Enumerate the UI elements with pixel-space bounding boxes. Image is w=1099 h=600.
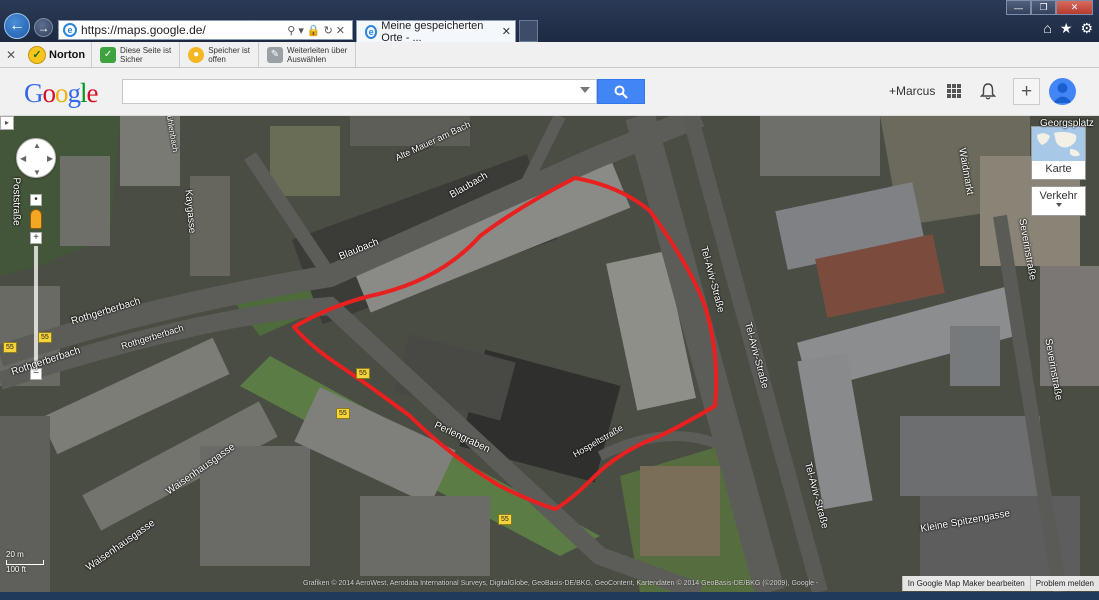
reset-view-icon[interactable]: • [30,194,42,206]
browser-right-icons: ⌂ ★ ⚙ [1043,20,1093,37]
search-dropdown-icon[interactable] [580,87,590,93]
refresh-icon[interactable]: ↻ [324,25,336,37]
pegman-icon[interactable] [30,209,42,229]
user-silhouette-icon [1053,83,1072,103]
toolbar-item-label: Diese Seite ist Sicher [120,45,172,64]
map-footer-links: In Google Map Maker bearbeiten Problem m… [901,576,1099,591]
apps-grid-icon[interactable] [947,84,961,98]
search-icon[interactable]: ⚲ [287,25,298,37]
browser-titlebar: ← → e https://maps.google.de/ ⚲▾🔒↻✕ e Me… [0,0,1099,44]
toolbar-item-label: Speicher ist offen [208,45,250,64]
world-map-icon [1032,127,1085,161]
search-button[interactable] [597,79,645,104]
lock-icon[interactable]: 🔒 [307,25,324,37]
pan-left-icon[interactable]: ◀ [20,154,26,163]
bell-icon[interactable] [980,83,996,100]
address-bar-icons[interactable]: ⚲▾🔒↻✕ [287,24,352,37]
star-icon[interactable]: ★ [1060,20,1073,37]
address-bar[interactable]: e https://maps.google.de/ ⚲▾🔒↻✕ [58,20,353,40]
toolbar-item-label: Weiterleiten über Auswählen [286,45,348,64]
minimize-icon[interactable]: — [1006,0,1031,15]
chevron-down-icon [1055,203,1062,207]
checkmark-icon: ✓ [100,46,117,63]
map-type-toggle[interactable]: Karte [1031,126,1086,180]
norton-button[interactable]: ✓ Norton [22,42,93,67]
toolbar-close-icon[interactable]: ✕ [0,48,22,62]
avatar[interactable] [1049,78,1076,105]
zoom-slider[interactable] [34,246,38,366]
pan-up-icon[interactable]: ▲ [33,141,41,150]
norton-toolbar: ✕ ✓ Norton ✓ Diese Seite ist Sicher ● Spe… [0,42,1099,68]
url-text[interactable]: https://maps.google.de/ [81,23,287,37]
map-type-label: Karte [1045,163,1072,175]
ie-icon: e [63,23,77,37]
close-icon[interactable]: ✕ [336,25,348,37]
pan-control[interactable]: ▲ ▼ ◀ ▶ [16,138,56,178]
toolbar-item-memory[interactable]: ● Speicher ist offen [180,42,259,67]
google-logo[interactable]: Google [24,78,98,109]
tab-close-icon[interactable]: ✕ [502,25,511,38]
lock-icon: ● [188,46,205,63]
search-icon [614,85,628,99]
report-problem-link[interactable]: Problem melden [1029,576,1099,591]
google-header: Google +Marcus + [0,68,1099,116]
toolbar-item-forward[interactable]: ✎ Weiterleiten über Auswählen [259,42,357,67]
new-tab-button[interactable] [519,20,538,42]
street-label: Poststraße [10,177,22,226]
pencil-icon: ✎ [266,46,283,63]
windows-taskbar [0,592,1099,600]
street-label: Georgsplatz [1040,118,1094,129]
map-maker-link[interactable]: In Google Map Maker bearbeiten [901,576,1030,591]
forward-arrow-icon[interactable]: → [34,18,53,37]
route-badge: 55 [498,514,512,525]
expand-panel-icon[interactable]: ▸ [0,116,14,130]
route-badge: 55 [336,408,350,419]
share-plus-button[interactable]: + [1013,78,1040,105]
back-arrow-icon[interactable]: ← [4,13,30,39]
pan-right-icon[interactable]: ▶ [47,154,53,163]
search-box [122,79,597,104]
map-copyright: Grafiken © 2014 AeroWest, Aerodata Inter… [303,580,819,587]
norton-label: Norton [49,48,86,61]
route-badge: 55 [3,342,17,353]
gear-icon[interactable]: ⚙ [1080,20,1093,37]
zoom-control: • + − [30,194,42,380]
user-name-link[interactable]: +Marcus [889,84,935,98]
map-thumbnail [1032,127,1085,161]
route-badge: 55 [38,332,52,343]
traffic-label: Verkehr [1039,190,1078,202]
traffic-dropdown[interactable]: Verkehr [1031,186,1086,216]
tab-saved-places[interactable]: e Meine gespeicherten Orte - ... ✕ [356,19,516,44]
window-controls: — ❐ ✕ [1006,0,1093,15]
route-badge: 55 [356,368,370,379]
map-scale: 20 m 100 ft [6,550,76,574]
scale-feet: 100 ft [6,565,27,574]
scale-meters: 20 m [6,550,24,559]
tab-title: Meine gespeicherten Orte - ... [381,19,484,44]
norton-check-icon: ✓ [28,45,46,64]
search-input[interactable] [123,80,563,103]
zoom-in-button[interactable]: + [30,232,42,244]
maximize-icon[interactable]: ❐ [1031,0,1056,15]
home-icon[interactable]: ⌂ [1043,20,1051,37]
satellite-map[interactable]: ▸ ▲ ▼ ◀ ▶ • + − Karte Verkehr Rothgerber… [0,116,1099,592]
window-close-icon[interactable]: ✕ [1056,0,1093,15]
dropdown-icon[interactable]: ▾ [298,25,307,37]
toolbar-item-safe-page[interactable]: ✓ Diese Seite ist Sicher [92,42,181,67]
ie-icon: e [365,24,378,39]
pan-down-icon[interactable]: ▼ [33,168,41,177]
